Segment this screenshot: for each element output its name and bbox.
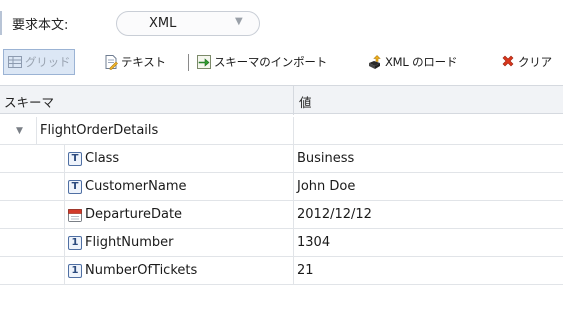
table-row[interactable]: DepartureDate 2012/12/12 <box>0 201 563 229</box>
field-name: FlightNumber <box>85 235 174 250</box>
field-name-cell: T CustomerName <box>64 173 294 200</box>
import-schema-button[interactable]: スキーマのインポート <box>196 47 327 77</box>
field-value-cell[interactable]: John Doe <box>293 173 355 200</box>
table-row[interactable]: T CustomerName John Doe <box>0 173 563 201</box>
import-icon <box>197 55 211 69</box>
field-name-cell: T Class <box>64 145 294 172</box>
clear-label: クリア <box>518 55 552 69</box>
field-value: 21 <box>297 263 314 278</box>
row-divider <box>0 284 563 285</box>
text-type-icon: T <box>68 151 82 166</box>
field-name: CustomerName <box>85 179 187 194</box>
toolbar-separator <box>188 54 189 71</box>
grid-view-label: グリッド <box>25 55 71 69</box>
body-type-select[interactable]: XML ▼ <box>116 11 260 36</box>
field-value-cell[interactable]: 21 <box>293 257 314 284</box>
tree-root-name: FlightOrderDetails <box>40 123 159 138</box>
number-type-icon: 1 <box>68 235 82 250</box>
calendar-type-icon <box>68 208 82 222</box>
chevron-down-icon: ▼ <box>235 16 243 27</box>
load-xml-button[interactable]: XML のロード <box>367 47 457 77</box>
header-accent-bar <box>0 11 2 35</box>
tree-root-value-cell[interactable] <box>293 117 297 144</box>
field-name-cell: 1 NumberOfTickets <box>64 257 294 284</box>
field-value-cell[interactable]: Business <box>293 145 354 172</box>
load-xml-icon <box>369 55 381 69</box>
field-name: DepartureDate <box>85 207 183 222</box>
field-name: NumberOfTickets <box>85 263 198 278</box>
body-type-value: XML <box>149 16 177 31</box>
toolbar: グリッド テキスト スキーマのインポート XML のロード クリア <box>0 47 563 77</box>
tree-root-row[interactable]: ▼ FlightOrderDetails <box>0 117 563 145</box>
grid-icon <box>8 56 22 68</box>
clear-button[interactable]: クリア <box>500 47 552 77</box>
field-name-cell: DepartureDate <box>64 201 294 228</box>
clear-x-icon <box>502 55 514 67</box>
table-row[interactable]: T Class Business <box>0 145 563 173</box>
text-view-label: テキスト <box>121 55 166 69</box>
field-value: 2012/12/12 <box>297 207 372 222</box>
grid-view-button[interactable]: グリッド <box>3 49 76 75</box>
field-value-cell[interactable]: 1304 <box>293 229 330 256</box>
field-value: Business <box>297 151 355 166</box>
request-body-label: 要求本文: <box>12 18 69 33</box>
text-document-icon <box>105 55 118 70</box>
table-row[interactable]: 1 NumberOfTickets 21 <box>0 257 563 285</box>
text-view-button[interactable]: テキスト <box>103 47 166 77</box>
field-value-cell[interactable]: 2012/12/12 <box>293 201 372 228</box>
load-xml-label: XML のロード <box>385 55 458 69</box>
schema-grid: スキーマ 値 ▼ FlightOrderDetails T Class Busi… <box>0 85 563 332</box>
number-type-icon: 1 <box>68 263 82 278</box>
text-type-icon: T <box>68 179 82 194</box>
field-value: John Doe <box>297 179 356 194</box>
table-row[interactable]: 1 FlightNumber 1304 <box>0 229 563 257</box>
grid-header: スキーマ 値 <box>0 85 563 115</box>
field-name-cell: 1 FlightNumber <box>64 229 294 256</box>
column-header-schema[interactable]: スキーマ <box>4 92 54 111</box>
tree-root-name-cell: FlightOrderDetails <box>36 117 294 144</box>
column-header-value[interactable]: 値 <box>299 92 312 111</box>
request-body-bar: 要求本文: XML ▼ <box>0 0 563 44</box>
import-schema-label: スキーマのインポート <box>214 55 327 69</box>
collapse-icon[interactable]: ▼ <box>16 126 23 136</box>
column-divider[interactable] <box>293 86 294 115</box>
field-name: Class <box>85 151 120 166</box>
field-value: 1304 <box>297 235 331 250</box>
